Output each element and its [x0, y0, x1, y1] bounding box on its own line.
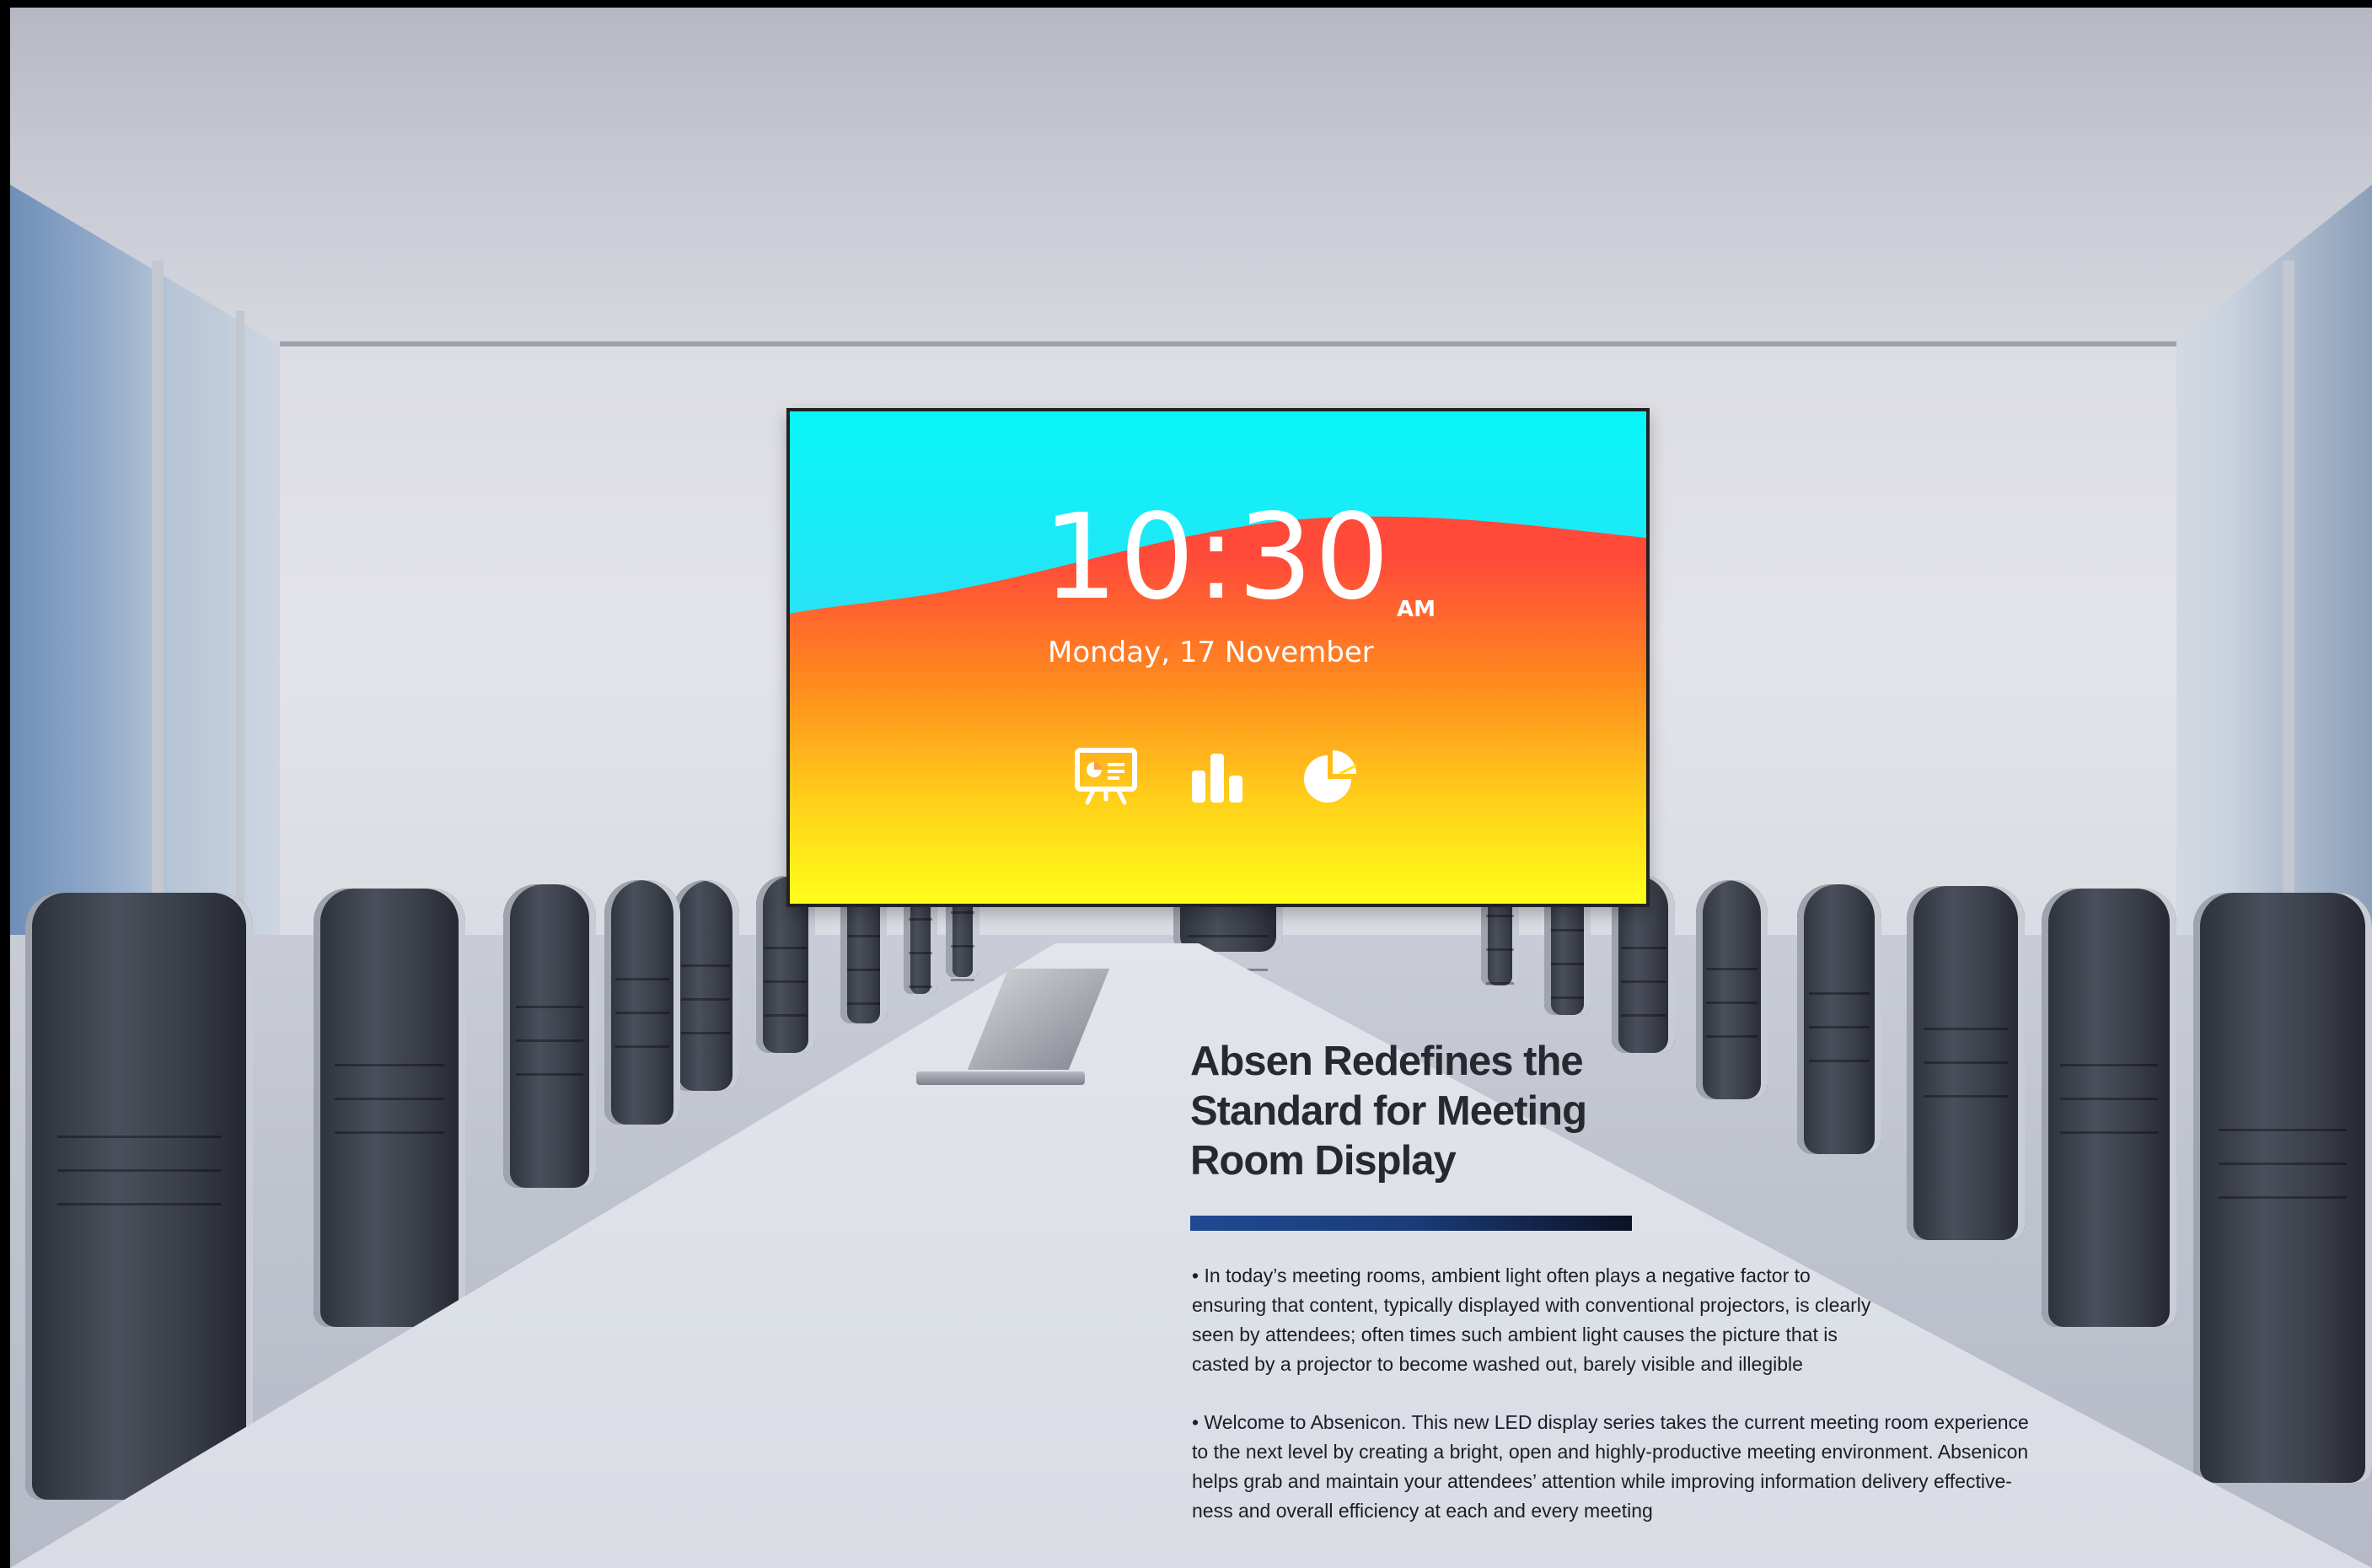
chair: [1907, 886, 2025, 1240]
chair: [1797, 884, 1881, 1154]
chair: [1696, 880, 1768, 1099]
clock-ampm: AM: [1397, 597, 1436, 622]
paragraph-line: seen by attendees; often times such ambi…: [1192, 1324, 1838, 1345]
presentation-board-icon: [1075, 748, 1137, 805]
clock: 10:30: [1043, 499, 1391, 617]
paragraph-line: casted by a projector to become washed o…: [1192, 1353, 1803, 1375]
clock-time: 10:30: [1043, 489, 1392, 626]
paragraph-line: • Welcome to Absenicon. This new LED dis…: [1192, 1411, 2029, 1433]
article-title-line: Standard for Meeting: [1190, 1088, 1587, 1134]
wall-edge: [280, 341, 2176, 346]
chair: [672, 880, 739, 1091]
paragraph-line: • In today’s meeting rooms, ambient ligh…: [1192, 1265, 1811, 1286]
chair: [503, 884, 596, 1188]
laptop-base: [916, 1071, 1085, 1085]
chair: [25, 893, 253, 1500]
bar-chart-icon: [1192, 754, 1242, 803]
led-display: 10:30 AM Monday, 17 November: [786, 408, 1650, 907]
paragraph-line: to the next level by creating a bright, …: [1192, 1441, 2029, 1463]
article-paragraph: • Welcome to Absenicon. This new LED dis…: [1192, 1408, 2077, 1526]
clock-date: Monday, 17 November: [1048, 636, 1374, 669]
chair: [314, 889, 465, 1327]
paragraph-line: helps grab and maintain your attendees’ …: [1192, 1470, 2012, 1492]
chair: [604, 880, 680, 1125]
paragraph-line: ness and overall efficiency at each and …: [1192, 1500, 1653, 1522]
pie-chart-icon: [1304, 750, 1357, 803]
article-paragraph: • In today’s meeting rooms, ambient ligh…: [1192, 1261, 1917, 1379]
article-title-line: Room Display: [1190, 1138, 1457, 1184]
article-title-line: Absen Redefines the: [1190, 1039, 1584, 1084]
chair: [2193, 893, 2372, 1483]
display-screen: 10:30 AM Monday, 17 November: [790, 411, 1646, 904]
chair: [2042, 889, 2176, 1327]
ceiling: [10, 8, 2372, 345]
article-title: Absen Redefines the Standard for Meeting…: [1190, 1037, 1645, 1186]
paragraph-line: ensuring that content, typically display…: [1192, 1294, 1871, 1316]
title-accent-bar: [1190, 1216, 1632, 1231]
